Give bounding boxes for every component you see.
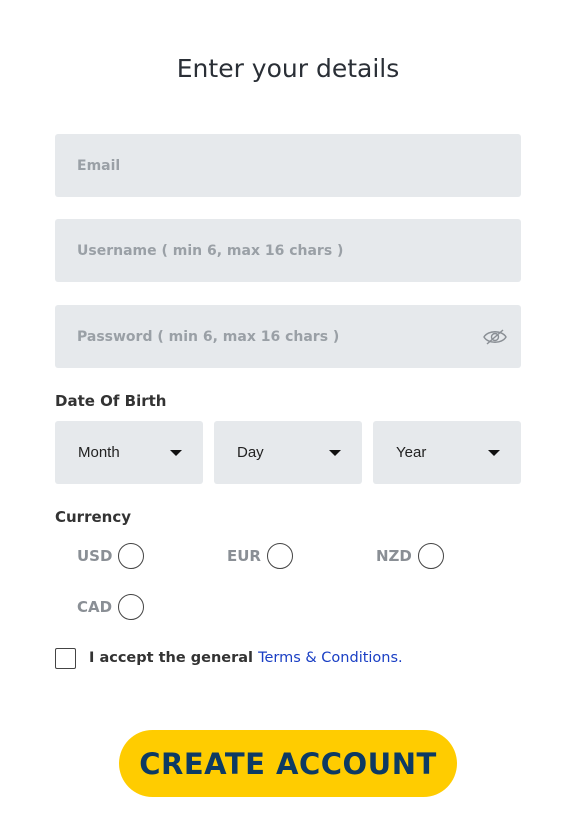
page-title: Enter your details: [176, 54, 400, 83]
radio-circle[interactable]: [266, 543, 293, 569]
username-field-wrapper: [55, 219, 521, 282]
signup-form: Enter your details Date Of Birth Month D…: [0, 0, 570, 821]
year-select-value: Year: [396, 444, 427, 461]
dob-label: Date Of Birth: [55, 392, 167, 410]
terms-text: I accept the general Terms & Conditions.: [89, 650, 403, 666]
chevron-down-icon: [488, 450, 500, 456]
password-field-wrapper: [55, 305, 521, 368]
currency-option-eur[interactable]: EUR: [227, 543, 293, 569]
eye-slash-icon[interactable]: [483, 328, 507, 346]
radio-circle[interactable]: [118, 543, 145, 569]
radio-circle[interactable]: [417, 543, 444, 569]
username-field[interactable]: [55, 219, 521, 282]
chevron-down-icon: [170, 450, 182, 456]
currency-option-label: NZD: [376, 547, 412, 565]
terms-prefix: I accept the general: [89, 650, 259, 666]
currency-option-label: CAD: [77, 598, 113, 616]
email-field-wrapper: [55, 134, 521, 197]
password-field[interactable]: [55, 305, 521, 368]
terms-link[interactable]: Terms & Conditions.: [258, 650, 403, 666]
currency-label: Currency: [55, 508, 132, 526]
month-select[interactable]: Month: [55, 421, 203, 484]
day-select[interactable]: Day: [214, 421, 362, 484]
currency-option-label: USD: [77, 547, 113, 565]
day-select-value: Day: [237, 444, 264, 461]
terms-checkbox[interactable]: [55, 648, 76, 669]
currency-option-nzd[interactable]: NZD: [376, 543, 444, 569]
create-account-button[interactable]: CREATE ACCOUNT: [119, 730, 457, 797]
radio-circle[interactable]: [118, 594, 145, 620]
email-field[interactable]: [55, 134, 521, 197]
chevron-down-icon: [329, 450, 341, 456]
month-select-value: Month: [78, 444, 120, 461]
year-select[interactable]: Year: [373, 421, 521, 484]
currency-option-usd[interactable]: USD: [77, 543, 145, 569]
currency-option-label: EUR: [227, 547, 261, 565]
currency-option-cad[interactable]: CAD: [77, 594, 145, 620]
